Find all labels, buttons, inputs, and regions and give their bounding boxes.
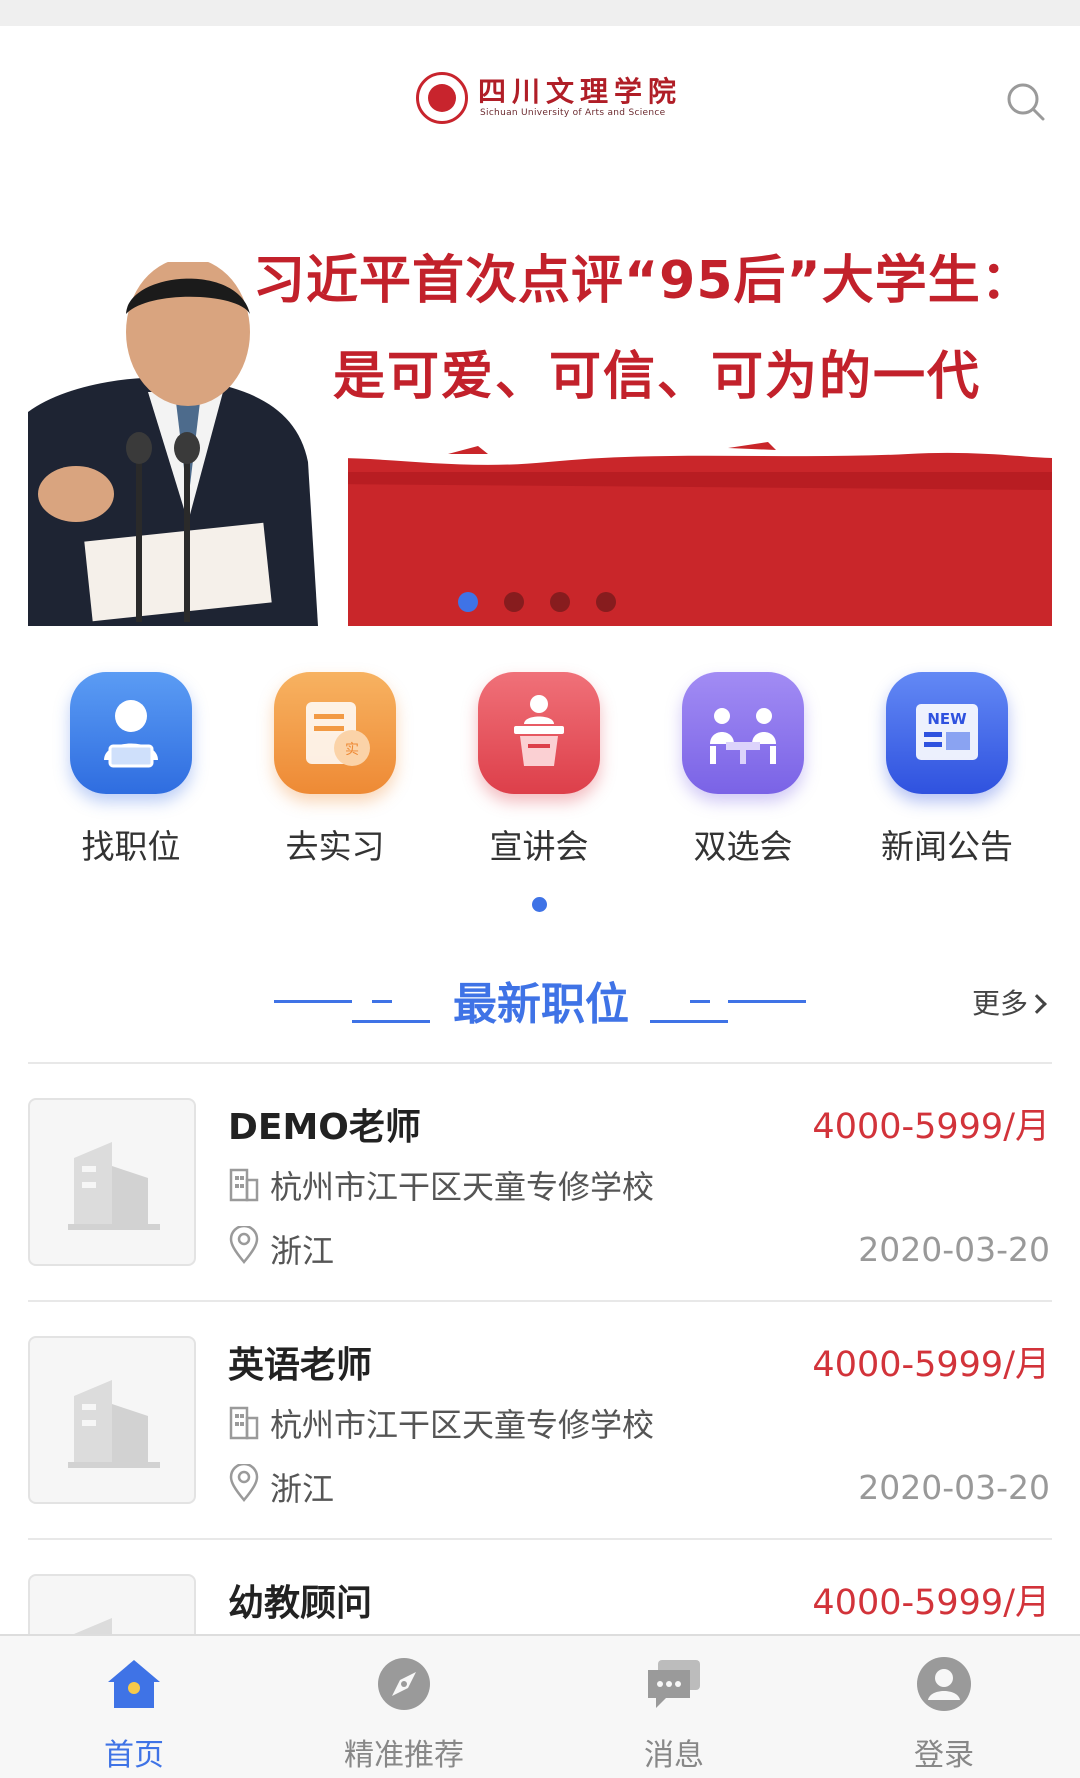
meeting-icon [682, 672, 804, 794]
carousel-dot-active[interactable] [458, 592, 478, 612]
carousel-dot[interactable] [550, 592, 570, 612]
more-label: 更多 [972, 987, 1029, 1020]
carousel-dot[interactable] [596, 592, 616, 612]
building-icon [229, 1406, 259, 1440]
tab-label: 登录 [914, 1738, 974, 1773]
carousel-dot[interactable] [504, 592, 524, 612]
chevron-right-icon [1027, 994, 1047, 1014]
entry-label: 新闻公告 [881, 827, 1013, 866]
title-decoration-line [274, 1000, 352, 1003]
title-decoration-line [352, 1020, 430, 1023]
job-list-item[interactable]: 英语老师 4000-5999/月 杭州市江干区天童专修学校 浙江 2020-03… [28, 1302, 1052, 1540]
speaker-photo [28, 262, 348, 626]
entry-find-jobs[interactable]: 找职位 [51, 672, 211, 872]
tab-label: 精准推荐 [344, 1738, 464, 1773]
search-button[interactable] [1004, 80, 1048, 124]
job-company: 杭州市江干区天童专修学校 [270, 1406, 655, 1444]
job-salary: 4000-5999/月 [812, 1345, 1050, 1385]
entries-page-indicator [532, 897, 547, 912]
tab-label: 消息 [644, 1738, 704, 1773]
chat-bubble-icon [648, 1660, 700, 1708]
compass-icon [378, 1658, 430, 1710]
app-screen: 四川文理学院 Sichuan University of Arts and Sc… [0, 0, 1080, 1778]
building-icon [229, 1168, 259, 1202]
person-laptop-icon [70, 672, 192, 794]
job-title: 英语老师 [228, 1345, 373, 1386]
logo-english-name: Sichuan University of Arts and Science [480, 108, 666, 118]
company-logo-placeholder [28, 1336, 196, 1504]
svg-text:NEW: NEW [927, 710, 967, 728]
title-decoration-line [372, 1000, 392, 1003]
banner-subheadline: 是可爱、可信、可为的一代 [333, 347, 982, 407]
search-icon [1007, 83, 1045, 121]
podium-icon [478, 672, 600, 794]
job-title: 幼教顾问 [228, 1583, 373, 1624]
job-location: 浙江 [270, 1470, 335, 1508]
title-decoration-line [650, 1020, 728, 1023]
job-list-item[interactable]: DEMO老师 4000-5999/月 杭州市江干区天童专修学校 浙江 2020-… [28, 1064, 1052, 1302]
entry-label: 找职位 [81, 827, 181, 866]
internship-document-icon: 实 [274, 672, 396, 794]
banner-headline: 习近平首次点评“95后”大学生： [253, 251, 1034, 311]
news-banner-carousel[interactable]: 习近平首次点评“95后”大学生： 是可爱、可信、可为的一代 [28, 222, 1052, 626]
bottom-tab-bar: 首页 精准推荐 消息 登录 [0, 1634, 1080, 1778]
carousel-indicator [28, 592, 1052, 612]
more-jobs-link[interactable]: 更多 [972, 982, 1047, 1022]
job-salary: 4000-5999/月 [812, 1583, 1050, 1623]
university-logo: 四川文理学院 Sichuan University of Arts and Sc… [416, 70, 676, 130]
building-placeholder-icon [68, 1142, 160, 1230]
user-icon [917, 1657, 971, 1711]
job-title: DEMO老师 [228, 1107, 421, 1148]
entry-label: 去实习 [285, 827, 385, 866]
job-company: 杭州市江干区天童专修学校 [270, 1168, 655, 1206]
home-icon [108, 1660, 160, 1708]
section-title: 最新职位 [453, 979, 629, 1030]
title-decoration-line [728, 1000, 806, 1003]
entry-label: 双选会 [693, 827, 793, 866]
entry-job-fair[interactable]: 双选会 [663, 672, 823, 872]
newspaper-icon: NEW [886, 672, 1008, 794]
tab-login[interactable]: 登录 [844, 1636, 1044, 1778]
entry-news[interactable]: NEW 新闻公告 [867, 672, 1027, 872]
entry-career-talk[interactable]: 宣讲会 [459, 672, 619, 872]
university-seal-icon [416, 72, 468, 124]
building-placeholder-icon [68, 1380, 160, 1468]
company-logo-placeholder [28, 1098, 196, 1266]
location-pin-icon [229, 1226, 259, 1264]
job-salary: 4000-5999/月 [812, 1107, 1050, 1147]
job-date: 2020-03-20 [858, 1468, 1050, 1507]
tab-messages[interactable]: 消息 [574, 1636, 774, 1778]
logo-chinese-name: 四川文理学院 [478, 75, 683, 108]
svg-text:实: 实 [345, 742, 359, 758]
tab-label: 首页 [104, 1738, 164, 1773]
title-decoration-line [690, 1000, 710, 1003]
job-location: 浙江 [270, 1232, 335, 1270]
status-bar [0, 0, 1080, 26]
tab-home[interactable]: 首页 [34, 1636, 234, 1778]
job-date: 2020-03-20 [858, 1230, 1050, 1269]
tab-recommend[interactable]: 精准推荐 [304, 1636, 504, 1778]
header: 四川文理学院 Sichuan University of Arts and Sc… [0, 26, 1080, 166]
entry-label: 宣讲会 [489, 827, 589, 866]
latest-jobs-header: 最新职位 更多 [0, 968, 1080, 1038]
entry-internship[interactable]: 实 去实习 [255, 672, 415, 872]
location-pin-icon [229, 1464, 259, 1502]
